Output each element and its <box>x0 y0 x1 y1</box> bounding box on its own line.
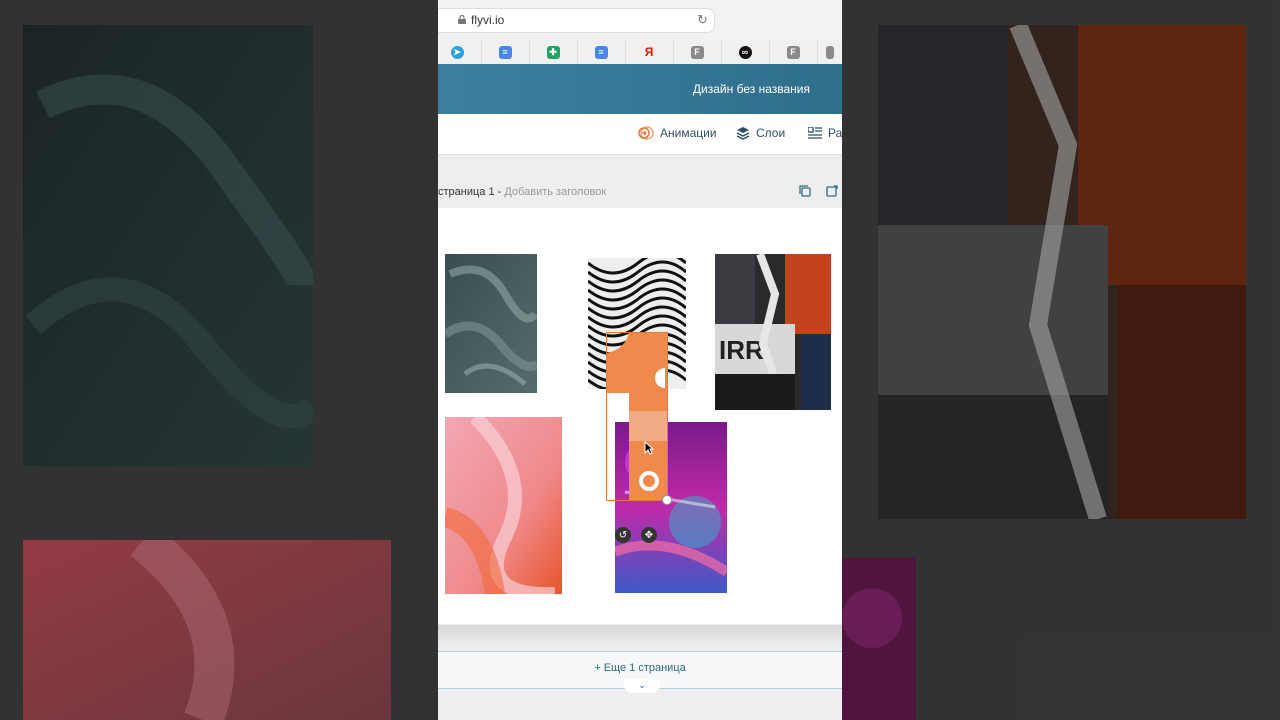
design-title[interactable]: Дизайн без названия <box>693 82 810 96</box>
selection-frame[interactable] <box>606 332 668 501</box>
animations-label: Анимации <box>660 126 717 140</box>
align-icon <box>808 127 822 139</box>
lock-icon <box>458 15 466 24</box>
telegram-icon: ➤ <box>450 45 464 59</box>
editor-toolbar: Анимации Слои Ра <box>438 114 842 155</box>
resize-handle[interactable] <box>662 495 672 505</box>
url-text: flyvi.io <box>471 13 505 27</box>
app-window: flyvi.io ↻ ➤ ≡ ✚ ≡ Я F ∞ F Дизайн без на… <box>438 0 842 720</box>
app-header: Дизайн без названия <box>438 64 842 114</box>
f-icon: F <box>690 45 704 59</box>
image-torn-poster[interactable]: IRR <box>715 254 831 410</box>
layers-button[interactable]: Слои <box>736 126 785 140</box>
animation-icon <box>638 126 654 140</box>
tab-telegram[interactable]: ➤ <box>438 40 482 64</box>
tab-docs[interactable]: ≡ <box>481 40 530 64</box>
design-canvas[interactable]: IRR ↺ ✥ <box>438 208 842 624</box>
cursor-icon <box>644 441 654 455</box>
page-number: страница 1 - <box>438 186 502 198</box>
tab-docs-2[interactable]: ≡ <box>577 40 626 64</box>
page-header: страница 1 - Добавить заголовок <box>438 179 842 207</box>
add-title-link[interactable]: Добавить заголовок <box>504 186 606 198</box>
yandex-icon: Я <box>644 45 654 59</box>
reload-icon[interactable]: ↻ <box>697 12 708 28</box>
background-left <box>0 0 438 720</box>
page-label: страница 1 - Добавить заголовок <box>438 186 606 198</box>
image-pink-fluid[interactable] <box>445 417 562 594</box>
docs-icon: ≡ <box>594 45 608 59</box>
sheets-icon: ✚ <box>546 45 560 59</box>
browser-address-area: flyvi.io ↻ <box>438 0 842 40</box>
background-right <box>842 0 1280 720</box>
address-bar[interactable]: flyvi.io ↻ <box>438 8 715 33</box>
move-icon[interactable]: ✥ <box>641 527 657 543</box>
chevron-down-icon[interactable]: ⌄ <box>624 679 660 693</box>
tab-f[interactable]: F <box>673 40 722 64</box>
add-page-icon[interactable] <box>826 185 838 197</box>
duplicate-page-icon[interactable] <box>799 185 811 197</box>
tab-ring[interactable]: ∞ <box>721 40 770 64</box>
docs-icon: ≡ <box>498 45 512 59</box>
animations-button[interactable]: Анимации <box>638 126 717 140</box>
canvas-shadow <box>438 625 842 649</box>
layers-icon <box>736 127 750 140</box>
rotate-icon[interactable]: ↺ <box>615 527 631 543</box>
ring-icon: ∞ <box>738 45 752 59</box>
position-label: Ра <box>828 126 842 140</box>
image-teal-abstract[interactable] <box>445 254 537 393</box>
bookmark-tabs: ➤ ≡ ✚ ≡ Я F ∞ F <box>438 40 842 65</box>
svg-text:IRR: IRR <box>719 335 764 365</box>
layers-label: Слои <box>756 126 786 140</box>
position-button[interactable]: Ра <box>808 126 842 140</box>
f-icon <box>825 45 834 59</box>
tab-sheets[interactable]: ✚ <box>529 40 578 64</box>
work-area: страница 1 - Добавить заголовок IRR ↺ ✥ … <box>438 155 842 720</box>
tab-yandex[interactable]: Я <box>625 40 674 64</box>
tab-more[interactable] <box>817 40 842 64</box>
f-icon: F <box>786 45 800 59</box>
tab-f-2[interactable]: F <box>769 40 818 64</box>
